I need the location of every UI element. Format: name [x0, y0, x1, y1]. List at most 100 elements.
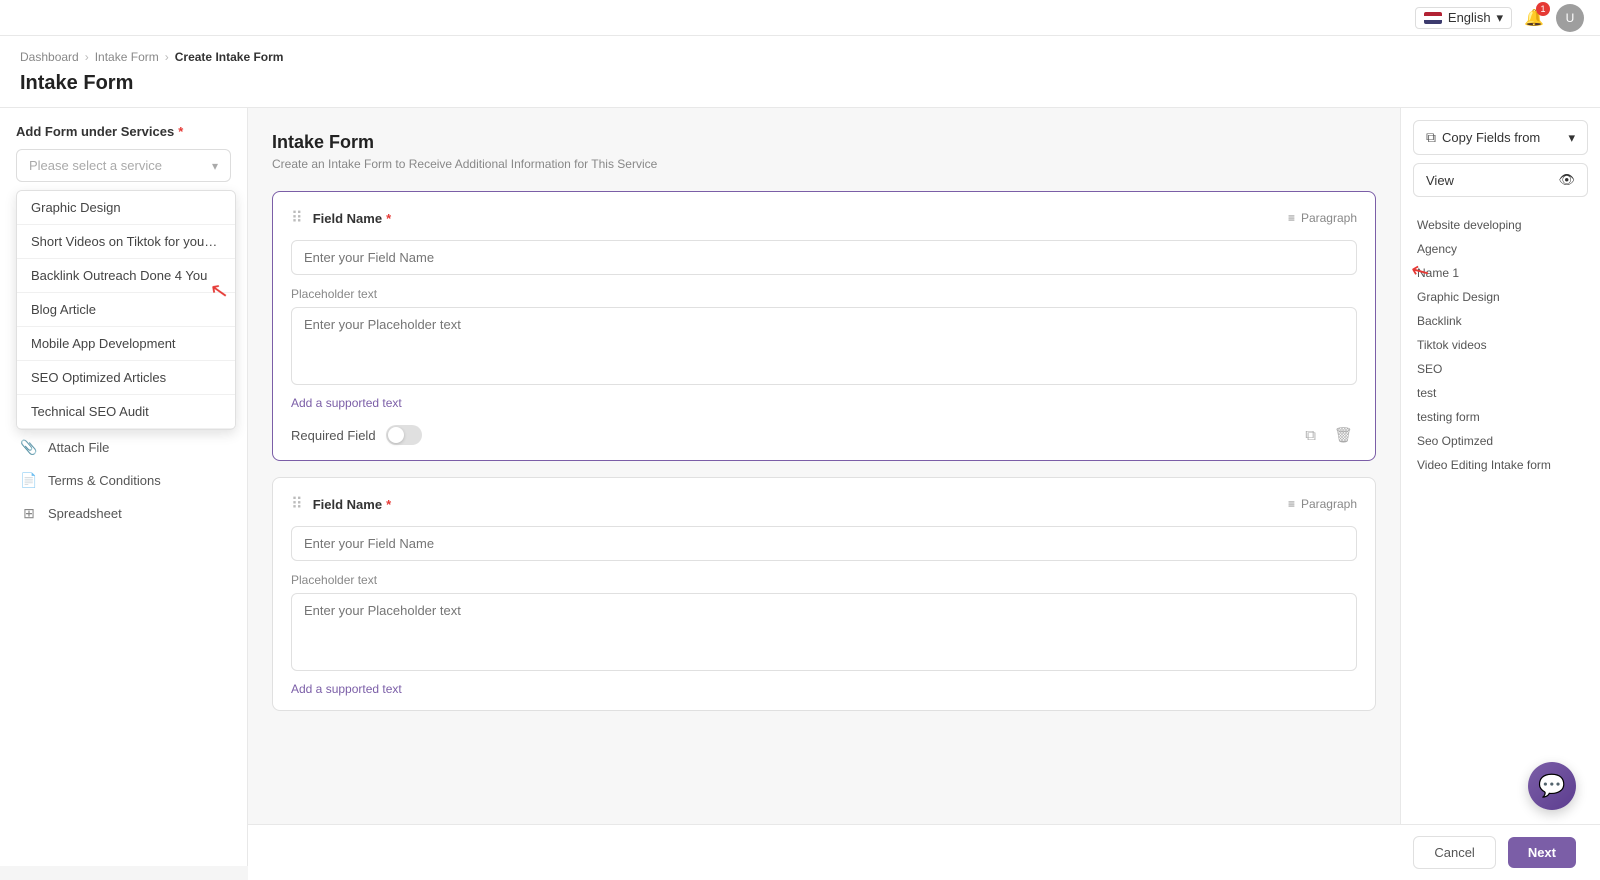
- field-label-1: Field Name *: [313, 211, 391, 226]
- field-type-2[interactable]: ≡ Paragraph: [1288, 497, 1357, 511]
- breadcrumb-sep-2: ›: [165, 50, 169, 64]
- component-label: Terms & Conditions: [48, 473, 161, 488]
- copy-fields-btn[interactable]: ⧉ Copy Fields from ▾: [1413, 120, 1588, 155]
- copy-list-item-5[interactable]: Tiktok videos: [1413, 333, 1588, 357]
- copy-list-item-10[interactable]: Video Editing Intake form: [1413, 453, 1588, 477]
- required-star-field-2: *: [386, 497, 391, 512]
- breadcrumb: Dashboard › Intake Form › Create Intake …: [0, 36, 1600, 72]
- attach-icon: 📎: [20, 439, 38, 456]
- field-type-icon-1: ≡: [1288, 211, 1295, 225]
- copy-fields-label: Copy Fields from: [1442, 130, 1540, 145]
- breadcrumb-dashboard[interactable]: Dashboard: [20, 50, 79, 64]
- field-type-1[interactable]: ≡ Paragraph: [1288, 211, 1357, 225]
- form-title: Intake Form: [272, 132, 1376, 153]
- duplicate-btn-1[interactable]: ⧉: [1301, 424, 1320, 446]
- toggle-1[interactable]: [386, 425, 422, 445]
- component-label: Spreadsheet: [48, 506, 122, 521]
- component-attach[interactable]: 📎 Attach File: [16, 431, 231, 464]
- dropdown-item-4[interactable]: Mobile App Development: [17, 327, 235, 361]
- dropdown-item-1[interactable]: Short Videos on Tiktok for your compan: [17, 225, 235, 259]
- field-type-icon-2: ≡: [1288, 497, 1295, 511]
- placeholder-label-1: Placeholder text: [291, 287, 1357, 301]
- delete-btn-1[interactable]: 🗑: [1330, 424, 1357, 446]
- view-label: View: [1426, 173, 1454, 188]
- copy-icon: ⧉: [1426, 129, 1436, 146]
- flag-icon: [1424, 12, 1442, 24]
- field-card-2-header: ⠿ Field Name * ≡ Paragraph: [291, 494, 1357, 514]
- component-label: Attach File: [48, 440, 109, 455]
- avatar[interactable]: U: [1556, 4, 1584, 32]
- service-select[interactable]: Please select a service ▾: [16, 149, 231, 182]
- topbar: English ▾ 🔔 1 U: [0, 0, 1600, 36]
- chat-icon: 💬: [1538, 773, 1565, 799]
- chevron-down-icon: ▾: [212, 159, 218, 173]
- required-star: *: [178, 124, 183, 139]
- field-name-input-2[interactable]: [291, 526, 1357, 561]
- breadcrumb-intake-form[interactable]: Intake Form: [95, 50, 159, 64]
- dropdown-item-2[interactable]: Backlink Outreach Done 4 You: [17, 259, 235, 293]
- chevron-down-icon-copy: ▾: [1568, 130, 1575, 146]
- copy-list: Website developing Agency Name 1 Graphic…: [1413, 213, 1588, 477]
- page-title: Intake Form: [0, 72, 1600, 108]
- placeholder-textarea-1[interactable]: [291, 307, 1357, 385]
- form-header: Intake Form Create an Intake Form to Rec…: [272, 132, 1376, 171]
- component-spreadsheet[interactable]: ⊞ Spreadsheet: [16, 497, 231, 530]
- right-panel: ⧉ Copy Fields from ▾ ↗ View 👁 Website de…: [1400, 108, 1600, 866]
- add-supported-1[interactable]: Add a supported text: [291, 396, 402, 410]
- main-layout: Add Form under Services * Please select …: [0, 108, 1600, 866]
- placeholder-textarea-2[interactable]: [291, 593, 1357, 671]
- notification-badge: 1: [1536, 2, 1550, 16]
- copy-list-item-0[interactable]: Website developing: [1413, 213, 1588, 237]
- chat-bubble[interactable]: 💬: [1528, 762, 1576, 810]
- eye-icon: 👁: [1558, 172, 1575, 188]
- terms-icon: 📄: [20, 472, 38, 489]
- field-card-1: ⠿ Field Name * ≡ Paragraph Placeholder t…: [272, 191, 1376, 461]
- breadcrumb-current: Create Intake Form: [175, 50, 284, 64]
- view-btn[interactable]: View 👁: [1413, 163, 1588, 197]
- form-subtitle: Create an Intake Form to Receive Additio…: [272, 157, 1376, 171]
- add-supported-2[interactable]: Add a supported text: [291, 682, 402, 696]
- field-card-2: ⠿ Field Name * ≡ Paragraph Placeholder t…: [272, 477, 1376, 711]
- field-footer-1: Required Field ⧉ 🗑: [291, 424, 1357, 446]
- copy-list-item-1[interactable]: Agency: [1413, 237, 1588, 261]
- copy-list-item-8[interactable]: testing form: [1413, 405, 1588, 429]
- component-terms[interactable]: 📄 Terms & Conditions: [16, 464, 231, 497]
- dropdown-item-7[interactable]: Youtube video editing: [17, 429, 235, 430]
- avatar-initial: U: [1566, 11, 1575, 25]
- copy-list-item-9[interactable]: Seo Optimzed: [1413, 429, 1588, 453]
- notification-bell[interactable]: 🔔 1: [1524, 8, 1544, 28]
- cancel-button[interactable]: Cancel: [1413, 836, 1495, 869]
- service-select-placeholder: Please select a service: [29, 158, 162, 173]
- copy-list-item-4[interactable]: Backlink: [1413, 309, 1588, 333]
- spreadsheet-icon: ⊞: [20, 505, 38, 522]
- service-section-label: Add Form under Services *: [16, 124, 231, 139]
- required-label-1: Required Field: [291, 428, 376, 443]
- dropdown-item-0[interactable]: Graphic Design: [17, 191, 235, 225]
- dropdown-item-3[interactable]: Blog Article: [17, 293, 235, 327]
- service-dropdown[interactable]: Graphic Design Short Videos on Tiktok fo…: [16, 190, 236, 430]
- field-label-2: Field Name *: [313, 497, 391, 512]
- center-content: Intake Form Create an Intake Form to Rec…: [248, 108, 1400, 866]
- copy-list-item-2[interactable]: Name 1: [1413, 261, 1588, 285]
- drag-handle-1[interactable]: ⠿: [291, 208, 303, 228]
- field-name-input-1[interactable]: [291, 240, 1357, 275]
- language-selector[interactable]: English ▾: [1415, 7, 1512, 29]
- copy-list-item-3[interactable]: Graphic Design: [1413, 285, 1588, 309]
- required-toggle-1: Required Field: [291, 425, 422, 445]
- copy-list-item-7[interactable]: test: [1413, 381, 1588, 405]
- field-card-1-header: ⠿ Field Name * ≡ Paragraph: [291, 208, 1357, 228]
- language-label: English: [1448, 10, 1491, 25]
- chevron-down-icon: ▾: [1497, 10, 1504, 26]
- next-button[interactable]: Next: [1508, 837, 1576, 868]
- field-actions-1: ⧉ 🗑: [1301, 424, 1357, 446]
- left-sidebar: Add Form under Services * Please select …: [0, 108, 248, 866]
- dropdown-item-5[interactable]: SEO Optimized Articles: [17, 361, 235, 395]
- bottom-bar: Cancel Next: [248, 824, 1600, 880]
- toggle-knob-1: [388, 427, 404, 443]
- breadcrumb-sep-1: ›: [85, 50, 89, 64]
- dropdown-item-6[interactable]: Technical SEO Audit: [17, 395, 235, 429]
- copy-list-item-6[interactable]: SEO: [1413, 357, 1588, 381]
- required-star-field-1: *: [386, 211, 391, 226]
- drag-handle-2[interactable]: ⠿: [291, 494, 303, 514]
- placeholder-label-2: Placeholder text: [291, 573, 1357, 587]
